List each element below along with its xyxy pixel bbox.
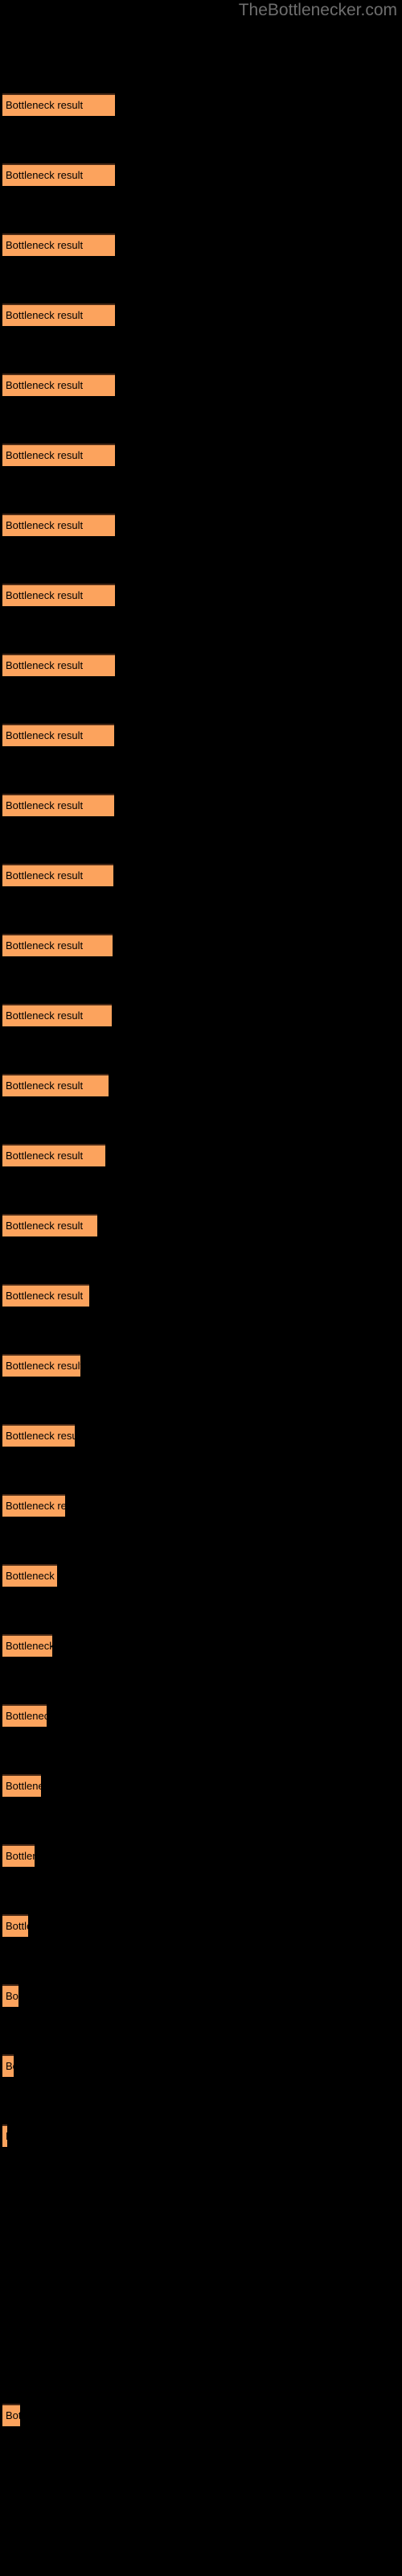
bar-row: Bottleneck result <box>2 584 115 606</box>
bar-label: Bottleneck result <box>6 1430 75 1442</box>
bar-row: Bottleneck result <box>2 1704 47 1727</box>
bar-row: Bottleneck result <box>2 1354 80 1377</box>
bar-row: Bottleneck result <box>2 654 115 676</box>
bar-row: Bottleneck result <box>2 444 115 466</box>
bottleneck-bar-chart: TheBottlenecker.com Bottleneck result Bot… <box>0 0 402 2576</box>
bars-layer: Bottleneck result Bottleneck result Bottle… <box>0 0 402 2576</box>
bar-row: Bottleneck result <box>2 1564 57 1587</box>
bar-label: Bottleneck result <box>6 1150 84 1162</box>
bar-label: Bottleneck result <box>6 1290 84 1302</box>
bar-label: Bottleneck result <box>6 1640 52 1652</box>
bar-row: Bottleneck result <box>2 1494 65 1517</box>
bar-label: Bottleneck result <box>6 1500 65 1512</box>
bar-label: Bottleneck result <box>6 1570 57 1582</box>
bar-row: Bottleneck result <box>2 514 115 536</box>
bar-row: Bottleneck result <box>2 2404 20 2426</box>
bar-label: Bottleneck result <box>6 589 84 601</box>
bar-row: Bottleneck result <box>2 794 114 816</box>
bar-label: Bottleneck result <box>6 939 84 952</box>
bar-label: Bottleneck result <box>6 2060 14 2072</box>
bar-label: Bottleneck result <box>6 1360 80 1372</box>
bar-row: Bottleneck result <box>2 1214 97 1236</box>
bar-row: Bottleneck result <box>2 1004 112 1026</box>
bar-label: Bottleneck result <box>6 869 84 881</box>
bar-label: Bottleneck result <box>6 1710 47 1722</box>
bar-label: Bottleneck result <box>6 1990 18 2002</box>
bar-row: Bottleneck result <box>2 1284 89 1307</box>
bar-label: Bottleneck result <box>6 799 84 811</box>
bar-row: Bottleneck result <box>2 1634 52 1657</box>
bar-label: Bottleneck result <box>6 99 84 111</box>
bar-row: Bottleneck result <box>2 2124 7 2147</box>
bar-row: Bottleneck result <box>2 1144 105 1166</box>
bar-row: Bottleneck result <box>2 303 115 326</box>
bar-row: Bottleneck result <box>2 163 115 186</box>
bar-label: Bottleneck result <box>6 1080 84 1092</box>
bar-label: Bottleneck result <box>6 1850 35 1862</box>
bar-label: Bottleneck result <box>6 379 84 391</box>
bar-row: Bottleneck result <box>2 1914 28 1937</box>
bar-row: Bottleneck result <box>2 1074 109 1096</box>
bar-row: Bottleneck result <box>2 233 115 256</box>
bar-label: Bottleneck result <box>6 1009 84 1022</box>
bar-row: Bottleneck result <box>2 864 113 886</box>
bar-row: Bottleneck result <box>2 1774 41 1797</box>
bar-label: Bottleneck result <box>6 1780 41 1792</box>
bar-row: Bottleneck result <box>2 2054 14 2077</box>
bar-label: Bottleneck result <box>6 2409 20 2421</box>
bar-row: Bottleneck result <box>2 934 113 956</box>
bar-label: Bottleneck result <box>6 169 84 181</box>
bar-label: Bottleneck result <box>6 1920 28 1932</box>
bar-row: Bottleneck result <box>2 1984 18 2007</box>
bar-row: Bottleneck result <box>2 1424 75 1447</box>
bar-row: Bottleneck result <box>2 374 115 396</box>
bar-label: Bottleneck result <box>6 239 84 251</box>
bar-label: Bottleneck result <box>6 659 84 671</box>
bar-row: Bottleneck result <box>2 1844 35 1867</box>
bar-label: Bottleneck result <box>6 2124 7 2147</box>
bar-label: Bottleneck result <box>6 519 84 531</box>
bar-label: Bottleneck result <box>6 309 84 321</box>
bar-label: Bottleneck result <box>6 449 84 461</box>
bar-row: Bottleneck result <box>2 93 115 116</box>
bar-label: Bottleneck result <box>6 729 84 741</box>
bar-row: Bottleneck result <box>2 724 114 746</box>
bar-label: Bottleneck result <box>6 1220 84 1232</box>
